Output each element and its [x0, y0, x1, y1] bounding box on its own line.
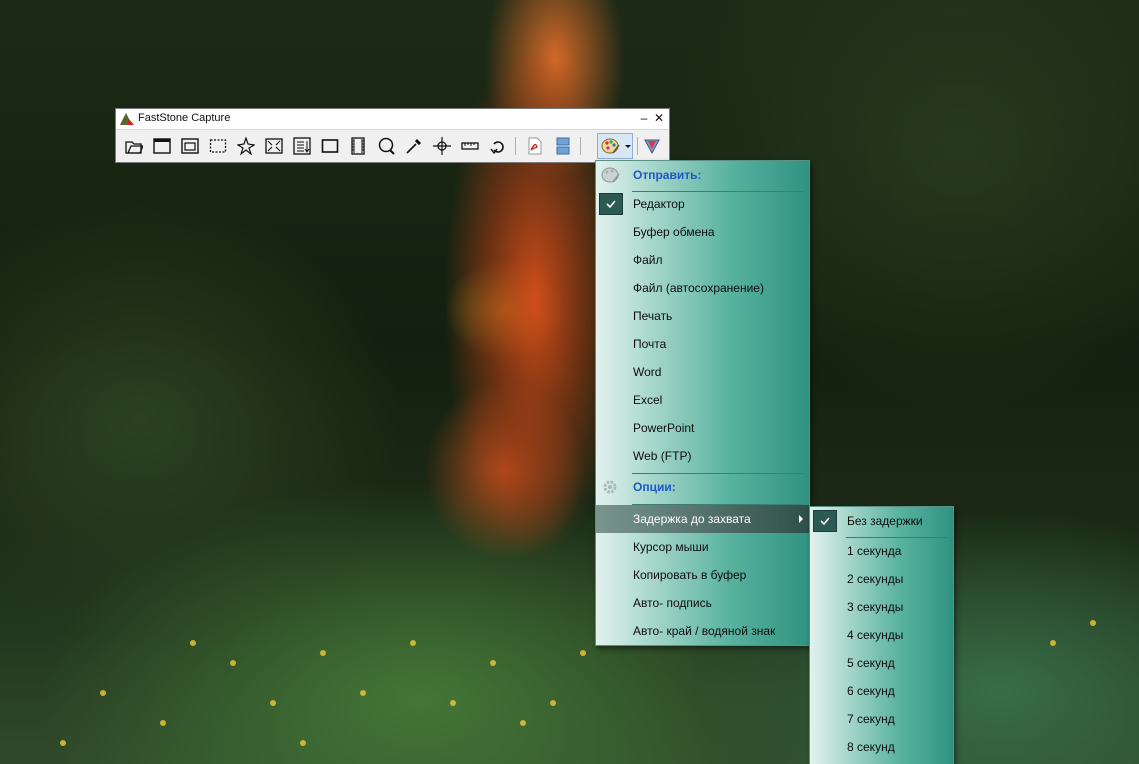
- chevron-down-icon: [625, 145, 631, 148]
- pdf-button[interactable]: [522, 133, 548, 159]
- settings-icon: [644, 139, 660, 155]
- menu-item-word[interactable]: Word: [596, 358, 809, 386]
- capture-delay-submenu: Без задержки 1 секунда 2 секунды 3 секун…: [809, 506, 954, 764]
- faststone-capture-window: FastStone Capture – ✕: [115, 108, 670, 163]
- submenu-item-delay-7[interactable]: 7 секунд: [810, 705, 953, 733]
- capture-fixed-region-icon: [321, 139, 339, 153]
- open-file-button[interactable]: [121, 133, 147, 159]
- output-editor-dropdown[interactable]: [597, 133, 633, 159]
- submenu-item-delay-3[interactable]: 3 секунды: [810, 593, 953, 621]
- check-icon: [599, 193, 623, 215]
- menu-item-file-autosave[interactable]: Файл (автосохранение): [596, 274, 809, 302]
- capture-object-icon: [181, 138, 199, 154]
- menu-item-powerpoint[interactable]: PowerPoint: [596, 414, 809, 442]
- capture-rectangle-button[interactable]: [205, 133, 231, 159]
- submenu-item-delay-5[interactable]: 5 секунд: [810, 649, 953, 677]
- menu-item-print[interactable]: Печать: [596, 302, 809, 330]
- capture-window-button[interactable]: [149, 133, 175, 159]
- menu-item-mouse-cursor[interactable]: Курсор мыши: [596, 533, 809, 561]
- undo-icon: [490, 141, 504, 155]
- crosshair-icon: [433, 137, 451, 155]
- capture-fixed-region-button[interactable]: [317, 133, 343, 159]
- capture-window-icon: [153, 138, 171, 154]
- minimize-button[interactable]: –: [637, 111, 651, 125]
- title-bar[interactable]: FastStone Capture – ✕: [116, 109, 669, 130]
- capture-fullscreen-button[interactable]: [261, 133, 287, 159]
- capture-freehand-button[interactable]: [233, 133, 259, 159]
- submenu-item-delay-6[interactable]: 6 секунд: [810, 677, 953, 705]
- menu-header-options: Опции:: [596, 473, 809, 501]
- check-icon: [813, 510, 837, 532]
- capture-object-button[interactable]: [177, 133, 203, 159]
- menu-item-clipboard[interactable]: Буфер обмена: [596, 218, 809, 246]
- menu-item-copy-to-clipboard[interactable]: Копировать в буфер: [596, 561, 809, 589]
- capture-freehand-icon: [237, 137, 255, 155]
- output-dropdown-menu: Отправить: Редактор Буфер обмена Файл Фа…: [595, 160, 810, 646]
- combine-icon: [556, 137, 570, 155]
- submenu-item-delay-8[interactable]: 8 секунд: [810, 733, 953, 761]
- toolbar-separator: [515, 137, 516, 155]
- submenu-item-delay-2[interactable]: 2 секунды: [810, 565, 953, 593]
- capture-toolbar: [119, 133, 667, 159]
- crosshair-button[interactable]: [429, 133, 455, 159]
- window-title: FastStone Capture: [138, 112, 231, 124]
- menu-item-excel[interactable]: Excel: [596, 386, 809, 414]
- app-logo-icon: [120, 113, 134, 125]
- menu-item-file[interactable]: Файл: [596, 246, 809, 274]
- capture-rectangle-icon: [209, 139, 227, 153]
- screen-recorder-icon: [351, 137, 365, 155]
- toolbar-separator: [580, 137, 581, 155]
- gear-icon: [603, 480, 617, 494]
- magnifier-icon: [378, 137, 395, 155]
- submenu-item-delay-1[interactable]: 1 секунда: [810, 537, 953, 565]
- palette-icon: [601, 167, 620, 183]
- color-picker-icon: [406, 139, 421, 154]
- color-picker-button[interactable]: [401, 133, 427, 159]
- screen-recorder-button[interactable]: [345, 133, 371, 159]
- menu-item-auto-caption[interactable]: Авто- подпись: [596, 589, 809, 617]
- output-editor-icon: [601, 138, 620, 154]
- settings-button[interactable]: [639, 133, 665, 159]
- ruler-icon: [461, 142, 479, 150]
- capture-fullscreen-icon: [265, 138, 283, 154]
- menu-item-web-ftp[interactable]: Web (FTP): [596, 442, 809, 470]
- magnifier-button[interactable]: [373, 133, 399, 159]
- submenu-item-delay-4[interactable]: 4 секунды: [810, 621, 953, 649]
- submenu-arrow-icon: [799, 515, 803, 523]
- combine-button[interactable]: [550, 133, 576, 159]
- close-button[interactable]: ✕: [652, 111, 666, 125]
- menu-item-mail[interactable]: Почта: [596, 330, 809, 358]
- submenu-item-no-delay[interactable]: Без задержки: [810, 507, 953, 535]
- menu-item-capture-delay[interactable]: Задержка до захвата: [596, 505, 809, 533]
- menu-item-auto-edge-watermark[interactable]: Авто- край / водяной знак: [596, 617, 809, 645]
- capture-scrolling-button[interactable]: [289, 133, 315, 159]
- ruler-button[interactable]: [457, 133, 483, 159]
- undo-button[interactable]: [485, 133, 511, 159]
- toolbar-separator: [637, 137, 638, 155]
- pdf-icon: [528, 137, 542, 155]
- menu-header-send: Отправить:: [596, 161, 809, 189]
- open-file-icon: [125, 141, 143, 154]
- capture-scrolling-icon: [293, 137, 311, 155]
- menu-item-editor[interactable]: Редактор: [596, 190, 809, 218]
